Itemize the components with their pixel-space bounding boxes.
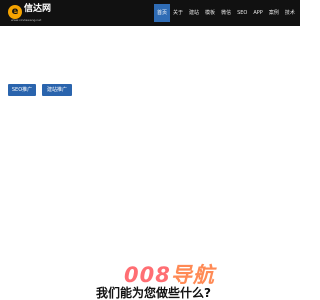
nav-item-website[interactable]: 建站 <box>186 4 202 22</box>
nav-item-cases[interactable]: 案例 <box>266 4 282 22</box>
website-promotion-button[interactable]: 建站推广 <box>42 84 72 96</box>
nav-item-templates[interactable]: 模板 <box>202 4 218 22</box>
nav-item-seo[interactable]: SEO <box>234 4 250 22</box>
nav-item-home[interactable]: 首页 <box>154 4 171 22</box>
nav-item-about[interactable]: 关于 <box>170 4 186 22</box>
nav-item-contact[interactable]: 联系 <box>298 4 300 22</box>
logo-name: 信达网 <box>24 4 52 14</box>
watermark-latin: 008 <box>124 263 171 287</box>
main-nav: 首页 关于 建站 模板 微信 SEO APP 案例 技术 联系 <box>154 4 300 22</box>
top-navigation-bar: e 信达网 www.xindawang.net 首页 关于 建站 模板 微信 S… <box>0 0 300 26</box>
seo-promotion-button[interactable]: SEO推广 <box>8 84 36 96</box>
nav-item-tech[interactable]: 技术 <box>282 4 298 22</box>
nav-item-wechat[interactable]: 微信 <box>218 4 234 22</box>
watermark-cjk: 导航 <box>170 263 215 287</box>
site-logo[interactable]: e 信达网 www.xindawang.net <box>8 2 60 24</box>
nav-item-app[interactable]: APP <box>250 4 265 22</box>
logo-e-icon: e <box>8 5 22 19</box>
logo-url: www.xindawang.net <box>11 18 42 22</box>
section-title: 我们能为您做些什么? <box>96 286 211 300</box>
page: e 信达网 www.xindawang.net 首页 关于 建站 模板 微信 S… <box>0 0 300 300</box>
